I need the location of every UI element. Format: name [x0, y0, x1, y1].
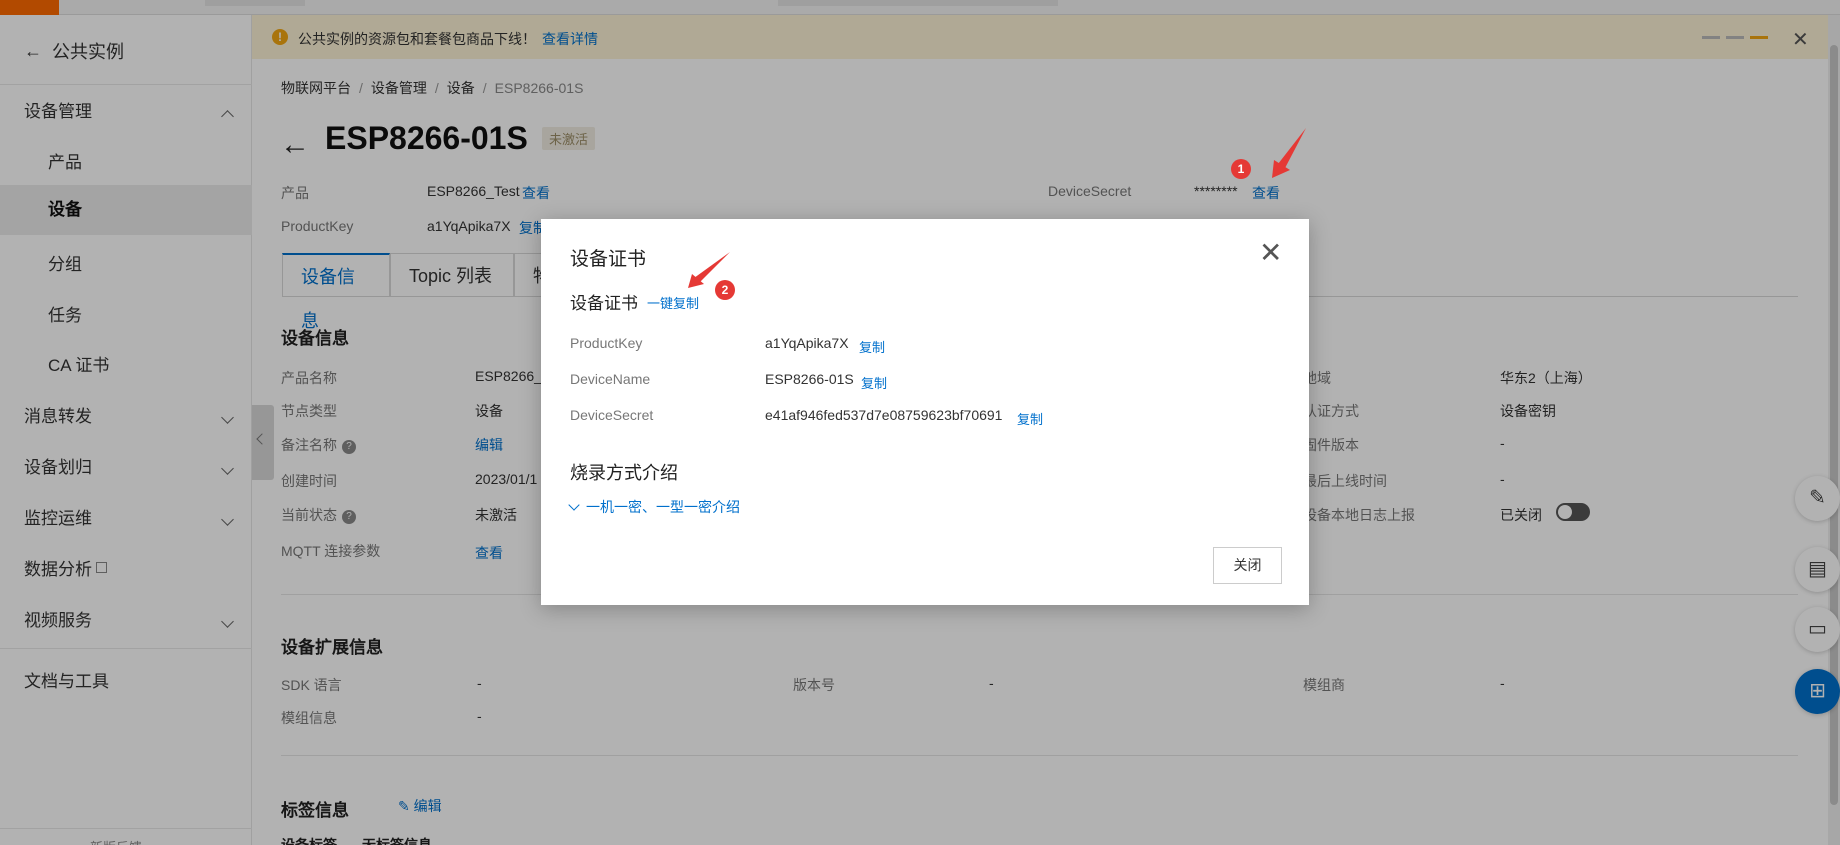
annotation-badge-2: 2 — [715, 280, 735, 300]
dialog-close-button[interactable]: 关闭 — [1213, 547, 1282, 584]
annotation-arrow-1 — [1272, 128, 1306, 178]
cert-label: DeviceSecret — [570, 407, 654, 423]
cert-label: DeviceName — [570, 371, 651, 387]
burn-method-heading: 烧录方式介绍 — [570, 463, 678, 483]
dialog-title: 设备证书 — [570, 249, 647, 270]
copy-productkey-button[interactable]: 复制 — [859, 337, 885, 356]
certificate-dialog: 设备证书 ✕ 设备证书 一键复制 ProductKey a1YqApika7X … — [541, 219, 1309, 605]
cert-value: ESP8266-01S — [765, 371, 854, 387]
cert-value: a1YqApika7X — [765, 335, 849, 351]
cert-label: ProductKey — [570, 335, 643, 351]
chevron-down-icon — [568, 499, 580, 511]
cert-value: e41af946fed537d7e08759623bf70691 — [765, 407, 1003, 423]
annotation-badge-1: 1 — [1231, 159, 1251, 179]
dialog-close-icon[interactable]: ✕ — [1259, 239, 1282, 267]
dialog-section-heading: 设备证书 — [570, 294, 638, 313]
copy-devicesecret-button[interactable]: 复制 — [1017, 409, 1043, 428]
copy-devicename-button[interactable]: 复制 — [861, 373, 887, 392]
burn-intro-link[interactable]: 一机一密、一型一密介绍 — [568, 497, 740, 517]
copy-all-button[interactable]: 一键复制 — [647, 293, 699, 312]
